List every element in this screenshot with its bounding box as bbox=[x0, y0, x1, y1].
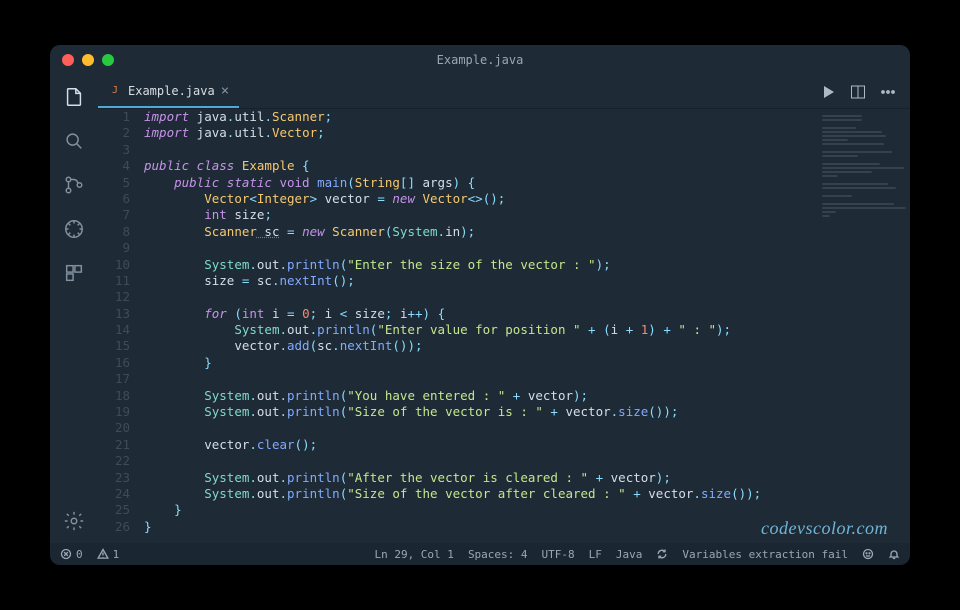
line-gutter: 1234567891011121314151617181920212223242… bbox=[98, 109, 140, 543]
editor-column: J Example.java × 12345678 bbox=[98, 75, 910, 543]
java-file-icon: J bbox=[108, 84, 122, 98]
more-actions-icon[interactable] bbox=[880, 84, 896, 100]
status-eol[interactable]: LF bbox=[589, 548, 602, 561]
tab-filename: Example.java bbox=[128, 84, 215, 98]
editor-actions bbox=[820, 75, 910, 108]
explorer-icon[interactable] bbox=[62, 85, 86, 109]
maximize-window-icon[interactable] bbox=[102, 54, 114, 66]
status-language[interactable]: Java bbox=[616, 548, 643, 561]
run-icon[interactable] bbox=[820, 84, 836, 100]
editor-window: Example.java bbox=[50, 45, 910, 565]
minimize-window-icon[interactable] bbox=[82, 54, 94, 66]
source-control-icon[interactable] bbox=[62, 173, 86, 197]
debug-icon[interactable] bbox=[62, 217, 86, 241]
file-tab[interactable]: J Example.java × bbox=[98, 75, 239, 108]
code-editor[interactable]: 1234567891011121314151617181920212223242… bbox=[98, 109, 910, 543]
code-content[interactable]: import java.util.Scanner;import java.uti… bbox=[140, 109, 910, 543]
split-editor-icon[interactable] bbox=[850, 84, 866, 100]
extensions-icon[interactable] bbox=[62, 261, 86, 285]
status-bar: 0 1 Ln 29, Col 1 Spaces: 4 UTF-8 LF Java… bbox=[50, 543, 910, 565]
window-title: Example.java bbox=[50, 53, 910, 67]
main-area: J Example.java × 12345678 bbox=[50, 75, 910, 543]
status-message[interactable]: Variables extraction fail bbox=[682, 548, 848, 561]
status-feedback-icon[interactable] bbox=[862, 548, 874, 560]
status-indent[interactable]: Spaces: 4 bbox=[468, 548, 528, 561]
status-cursor[interactable]: Ln 29, Col 1 bbox=[374, 548, 453, 561]
status-encoding[interactable]: UTF-8 bbox=[542, 548, 575, 561]
close-window-icon[interactable] bbox=[62, 54, 74, 66]
search-icon[interactable] bbox=[62, 129, 86, 153]
status-errors[interactable]: 0 bbox=[60, 548, 83, 561]
activity-bar bbox=[50, 75, 98, 543]
window-controls bbox=[62, 54, 114, 66]
settings-gear-icon[interactable] bbox=[62, 509, 86, 533]
tab-bar: J Example.java × bbox=[98, 75, 910, 109]
status-sync-icon[interactable] bbox=[656, 548, 668, 560]
close-tab-icon[interactable]: × bbox=[221, 84, 229, 98]
status-warnings[interactable]: 1 bbox=[97, 548, 120, 561]
status-bell-icon[interactable] bbox=[888, 548, 900, 560]
titlebar: Example.java bbox=[50, 45, 910, 75]
